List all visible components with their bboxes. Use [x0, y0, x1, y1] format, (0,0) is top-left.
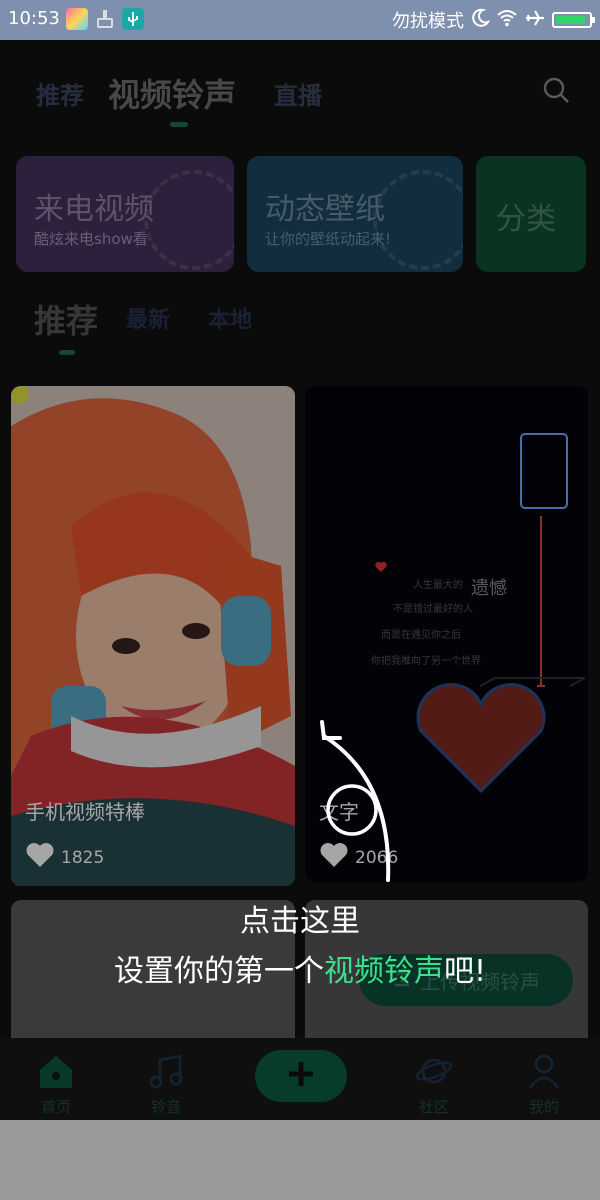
tutorial-text: 吧!: [443, 954, 487, 989]
dnd-label: 勿扰模式: [392, 11, 464, 32]
create-button[interactable]: [255, 1050, 347, 1102]
system-nav-area: [0, 1120, 600, 1200]
tutorial-line1: 点击这里: [240, 904, 360, 939]
app-content: 推荐 视频铃声 直播 来电视频 酷炫来电show看 动态壁纸 让你的壁纸动起来!…: [0, 40, 600, 1120]
gear-deco-icon: [373, 170, 463, 270]
video-likes: 2066: [319, 842, 398, 873]
card-subtitle: 让你的壁纸动起来!: [265, 230, 392, 248]
card-incoming-video[interactable]: 来电视频 酷炫来电show看: [16, 156, 234, 272]
like-count: 2066: [355, 847, 399, 868]
card-subtitle: 酷炫来电show看: [34, 230, 148, 248]
photo-app-icon: [66, 8, 88, 30]
status-right: 勿扰模式: [392, 6, 595, 34]
subtab-recommend[interactable]: 推荐: [34, 296, 98, 342]
video-title: 手机视频特棒: [25, 800, 145, 824]
tab-indicator: [170, 122, 188, 127]
user-icon: [524, 1054, 564, 1094]
poem-line: 人生最大的: [413, 580, 463, 591]
airplane-icon: [524, 8, 546, 33]
planet-icon: [414, 1058, 454, 1094]
status-bar: 10:53 勿扰模式: [0, 0, 600, 40]
video-likes: 1825: [25, 842, 104, 873]
video-card[interactable]: 遗憾 人生最大的 不是错过最好的人 而是在遇见你之后 你把我推向了另一个世界 文…: [305, 386, 588, 882]
subtab-indicator: [59, 350, 75, 355]
tutorial-highlight: 视频铃声: [323, 954, 444, 989]
heart-icon[interactable]: [25, 842, 55, 873]
broom-icon: [94, 8, 116, 30]
usb-icon: [122, 8, 144, 30]
plus-icon: [286, 1059, 316, 1093]
card-title: 动态壁纸: [265, 192, 385, 227]
home-icon: [36, 1056, 76, 1094]
subtab-local[interactable]: 本地: [208, 302, 252, 334]
nav-home[interactable]: 首页: [16, 1052, 96, 1117]
card-category[interactable]: 分类: [476, 156, 586, 272]
sub-tabs: 推荐 最新 本地: [0, 290, 600, 360]
nav-community[interactable]: 社区: [394, 1052, 474, 1117]
tutorial-line2: 设置你的第一个视频铃声吧!: [0, 946, 600, 990]
card-title: 分类: [496, 202, 556, 237]
search-icon[interactable]: [542, 76, 570, 104]
card-title: 来电视频: [34, 192, 154, 227]
wifi-icon: [496, 8, 518, 33]
tab-recommend[interactable]: 推荐: [36, 76, 84, 111]
nav-label: 铃音: [150, 1098, 181, 1116]
subtab-latest[interactable]: 最新: [126, 302, 170, 334]
screen: 10:53 勿扰模式 推荐 视频铃声 直播 来电视频 酷炫来电show看 动态壁…: [0, 0, 600, 1200]
battery-level: [556, 16, 585, 24]
tab-video-ringtone[interactable]: 视频铃声: [108, 70, 236, 116]
status-time: 10:53: [8, 8, 60, 29]
like-count: 1825: [61, 847, 105, 868]
music-note-icon: [146, 1054, 186, 1094]
video-card[interactable]: 手机视频特棒 1825: [11, 386, 295, 886]
nav-ringtones[interactable]: 铃音: [126, 1052, 206, 1117]
nav-label: 我的: [528, 1098, 559, 1116]
top-nav: 推荐 视频铃声 直播: [0, 40, 600, 140]
battery-icon: [552, 12, 595, 28]
poem-line: 而是在遇见你之后: [381, 630, 461, 641]
card-live-wallpaper[interactable]: 动态壁纸 让你的壁纸动起来!: [247, 156, 463, 272]
nav-me[interactable]: 我的: [504, 1052, 584, 1117]
bottom-nav: 首页 铃音 社区 我的: [0, 1038, 600, 1120]
heart-icon[interactable]: [319, 842, 349, 873]
moon-icon: [470, 8, 491, 33]
camera-deco-icon: [144, 170, 234, 270]
nav-label: 社区: [418, 1098, 449, 1116]
poem-line: 不是错过最好的人: [393, 604, 473, 615]
feature-cards: 来电视频 酷炫来电show看 动态壁纸 让你的壁纸动起来! 分类: [0, 156, 600, 274]
tab-live[interactable]: 直播: [274, 76, 322, 111]
nav-label: 首页: [40, 1098, 71, 1116]
poem-line: 你把我推向了另一个世界: [371, 656, 481, 667]
poem-heading: 遗憾: [471, 578, 507, 599]
tutorial-text: 设置你的第一个: [113, 954, 324, 989]
video-title: 文字: [319, 800, 359, 824]
